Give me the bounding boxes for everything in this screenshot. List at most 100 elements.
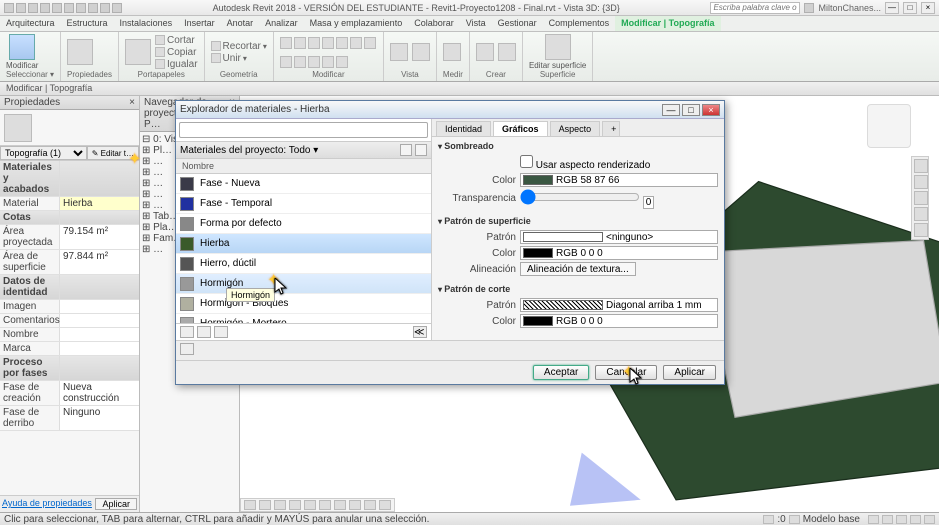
modify-tool-icon[interactable] (364, 37, 376, 49)
create-tool-icon[interactable] (476, 43, 494, 61)
ok-button[interactable]: Aceptar (533, 365, 589, 380)
user-label[interactable]: MiltonChanes... (818, 3, 881, 13)
nav-icon[interactable] (914, 159, 928, 173)
cut-icon[interactable] (155, 35, 165, 45)
material-item[interactable]: Fase - Temporal (176, 194, 431, 214)
status-icon[interactable] (910, 515, 921, 524)
qat-icon[interactable] (76, 3, 86, 13)
modify-tool-icon[interactable] (294, 56, 306, 68)
properties-help-link[interactable]: Ayuda de propiedades (2, 498, 92, 510)
name-field[interactable] (60, 328, 139, 341)
shadow-icon[interactable] (304, 500, 316, 510)
add-material-icon[interactable] (197, 326, 211, 338)
modify-tool-icon[interactable] (322, 37, 334, 49)
use-render-appearance-checkbox[interactable] (520, 155, 533, 168)
cut-pattern-field[interactable]: Diagonal arriba 1 mm (520, 298, 718, 312)
image-field[interactable] (60, 300, 139, 313)
reveal-icon[interactable] (379, 500, 391, 510)
minimize-button[interactable]: — (885, 2, 899, 14)
status-icon[interactable] (763, 515, 774, 524)
modify-tool-icon[interactable] (308, 56, 320, 68)
crop-region-icon[interactable] (334, 500, 346, 510)
asset-icon[interactable] (180, 343, 194, 355)
qat-icon[interactable] (4, 3, 14, 13)
nav-icon[interactable] (914, 175, 928, 189)
material-item[interactable]: HormigónHormigón (176, 274, 431, 294)
material-item[interactable]: Fase - Nueva (176, 174, 431, 194)
help-search-input[interactable] (710, 2, 800, 14)
match-icon[interactable] (155, 59, 165, 69)
minimize-button[interactable]: — (662, 104, 680, 116)
dialog-tab[interactable]: Identidad (436, 121, 491, 136)
detail-icon[interactable] (259, 500, 271, 510)
material-field[interactable]: Hierba (60, 197, 139, 210)
view-tool-icon[interactable] (390, 43, 408, 61)
nav-icon[interactable] (914, 223, 928, 237)
viewcube[interactable] (867, 104, 911, 148)
nav-icon[interactable] (914, 207, 928, 221)
mark-field[interactable] (60, 342, 139, 355)
qat-icon[interactable] (40, 3, 50, 13)
infocenter-icon[interactable] (804, 3, 814, 13)
material-item[interactable]: Forma por defecto (176, 214, 431, 234)
worksets-label[interactable]: Modelo base (803, 514, 860, 525)
modify-tool-icon[interactable] (336, 56, 348, 68)
material-search-input[interactable] (179, 122, 428, 138)
view-option-icon[interactable] (415, 144, 427, 156)
ribbon-tab[interactable]: Instalaciones (114, 16, 179, 31)
ribbon-tab[interactable]: Colaborar (408, 16, 460, 31)
ribbon-tab[interactable]: Analizar (259, 16, 304, 31)
texture-alignment-button[interactable]: Alineación de textura... (520, 262, 636, 276)
copy-icon[interactable] (155, 47, 165, 57)
ribbon-tab[interactable]: Anotar (221, 16, 260, 31)
status-icon[interactable] (882, 515, 893, 524)
qat-icon[interactable] (16, 3, 26, 13)
ribbon-tab[interactable]: Arquitectura (0, 16, 61, 31)
ribbon-tab[interactable]: Insertar (178, 16, 221, 31)
apply-button[interactable]: Aplicar (95, 498, 137, 510)
edit-type-button[interactable]: ✎ Editar t… (87, 146, 139, 160)
scale-icon[interactable] (244, 500, 256, 510)
view-tool-icon[interactable] (412, 43, 430, 61)
edit-surface-button[interactable]: Editar superficie (529, 34, 586, 70)
qat-icon[interactable] (28, 3, 38, 13)
shading-color-field[interactable]: RGB 58 87 66 (520, 173, 718, 187)
qat-icon[interactable] (88, 3, 98, 13)
properties-button[interactable] (67, 39, 93, 65)
ribbon-tab[interactable]: Modificar | Topografía (615, 16, 720, 31)
paste-button[interactable] (125, 39, 151, 65)
ribbon-tab[interactable]: Estructura (61, 16, 114, 31)
status-icon[interactable] (789, 515, 800, 524)
qat-icon[interactable] (100, 3, 110, 13)
filter-icon[interactable] (924, 515, 935, 524)
nav-icon[interactable] (914, 191, 928, 205)
modify-tool-icon[interactable] (350, 37, 362, 49)
status-icon[interactable] (868, 515, 879, 524)
cut-color-field[interactable]: RGB 0 0 0 (520, 314, 718, 328)
dialog-tab[interactable]: Aspecto (550, 121, 601, 136)
modify-tool-icon[interactable] (308, 37, 320, 49)
maximize-button[interactable]: □ (682, 104, 700, 116)
modify-tool-icon[interactable] (336, 37, 348, 49)
ribbon-tab[interactable]: Masa y emplazamiento (304, 16, 409, 31)
ribbon-tab[interactable]: Gestionar (492, 16, 543, 31)
ribbon-tab[interactable]: Vista (460, 16, 492, 31)
lock-icon[interactable] (349, 500, 361, 510)
qat-icon[interactable] (52, 3, 62, 13)
dropdown-icon[interactable] (214, 326, 228, 338)
transparency-slider[interactable] (520, 189, 640, 205)
ribbon-tab[interactable]: Complementos (543, 16, 616, 31)
visual-style-icon[interactable] (274, 500, 286, 510)
qat-icon[interactable] (64, 3, 74, 13)
hide-icon[interactable] (364, 500, 376, 510)
library-icon[interactable] (180, 326, 194, 338)
create-tool-icon[interactable] (498, 43, 516, 61)
surface-pattern-field[interactable]: <ninguno> (520, 230, 718, 244)
trim-icon[interactable] (211, 41, 221, 51)
measure-tool-icon[interactable] (443, 43, 461, 61)
material-item[interactable]: Hormigón - Mortero (176, 314, 431, 323)
cancel-button[interactable]: Cancelar (595, 365, 657, 380)
close-button[interactable]: × (702, 104, 720, 116)
maximize-button[interactable]: □ (903, 2, 917, 14)
close-icon[interactable]: × (129, 97, 135, 108)
